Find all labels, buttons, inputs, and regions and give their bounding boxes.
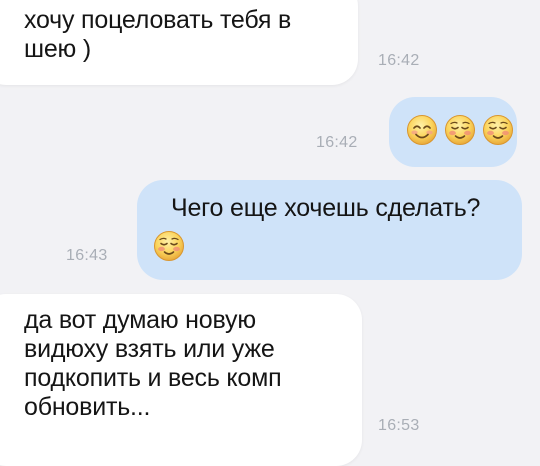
message-timestamp: 16:53	[378, 417, 420, 434]
chat-thread: хочу поцеловать тебя в шею ) 16:42 16:42…	[0, 0, 540, 466]
message-text: Чего еще хочешь сделать?	[171, 194, 481, 222]
smiling-face-with-smiling-eyes-icon	[407, 115, 437, 145]
blushing-face-icon	[483, 115, 513, 145]
outgoing-message-bubble[interactable]	[389, 97, 517, 167]
message-text: да вот думаю новую видюху взять или уже …	[24, 306, 282, 421]
message-text: хочу поцеловать тебя в шею )	[24, 6, 292, 63]
message-timestamp: 16:42	[316, 134, 358, 151]
blushing-face-icon	[445, 115, 475, 145]
incoming-message-bubble[interactable]: хочу поцеловать тебя в шею )	[0, 0, 358, 85]
emoji-row	[406, 114, 514, 146]
message-timestamp: 16:43	[66, 247, 108, 264]
outgoing-message-bubble[interactable]: Чего еще хочешь сделать?	[137, 180, 522, 280]
message-timestamp: 16:42	[378, 52, 420, 69]
incoming-message-bubble[interactable]: да вот думаю новую видюху взять или уже …	[0, 294, 362, 466]
blushing-face-icon	[154, 231, 184, 261]
